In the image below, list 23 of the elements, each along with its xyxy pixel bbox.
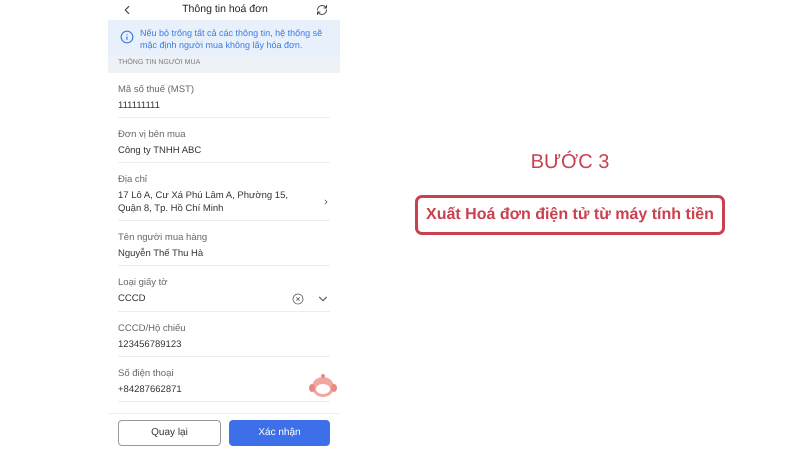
field-value[interactable]: 17 Lô A, Cư Xá Phú Lâm A, Phường 15, Quận 8, Tp. Hồ Chí Minh xyxy=(118,188,306,214)
field-label: Địa chỉ xyxy=(118,172,148,186)
info-icon xyxy=(120,30,134,44)
field-value[interactable]: Nguyễn Thế Thu Hà xyxy=(118,246,204,260)
field-label: Số điện thoại xyxy=(118,366,174,380)
step-title: BƯỚC 3 xyxy=(530,150,610,175)
field-label: Mã số thuế (MST) xyxy=(118,82,196,96)
clear-icon[interactable] xyxy=(292,292,304,304)
field-value[interactable]: CCCD xyxy=(118,292,146,305)
notice-text: Nếu bỏ trống tất cả các thông tin, hệ thống sẽ mặc định người mua không lấy hóa đơn. xyxy=(140,27,324,51)
field-label: Đơn vị bên mua xyxy=(118,128,186,142)
step-caption: Xuất Hoá đơn điện tử từ máy tính tiền xyxy=(415,195,725,235)
screen-title: Thông tin hoá đơn xyxy=(182,2,268,18)
field-label: Loại giấy tờ xyxy=(118,276,169,290)
field-value[interactable]: 123456789123 xyxy=(118,338,182,350)
field-value[interactable]: 111111111 xyxy=(118,98,160,112)
refresh-icon[interactable] xyxy=(316,4,328,16)
back-button[interactable]: Quay lại xyxy=(118,420,221,446)
field-label: CCCD/Hộ chiếu xyxy=(118,322,187,336)
confirm-button[interactable]: Xác nhận xyxy=(229,420,330,446)
field-value[interactable]: Công ty TNHH ABC xyxy=(118,144,202,156)
field-label: Tên người mua hàng xyxy=(118,230,208,244)
field-value[interactable]: +84287662871 xyxy=(118,382,182,396)
